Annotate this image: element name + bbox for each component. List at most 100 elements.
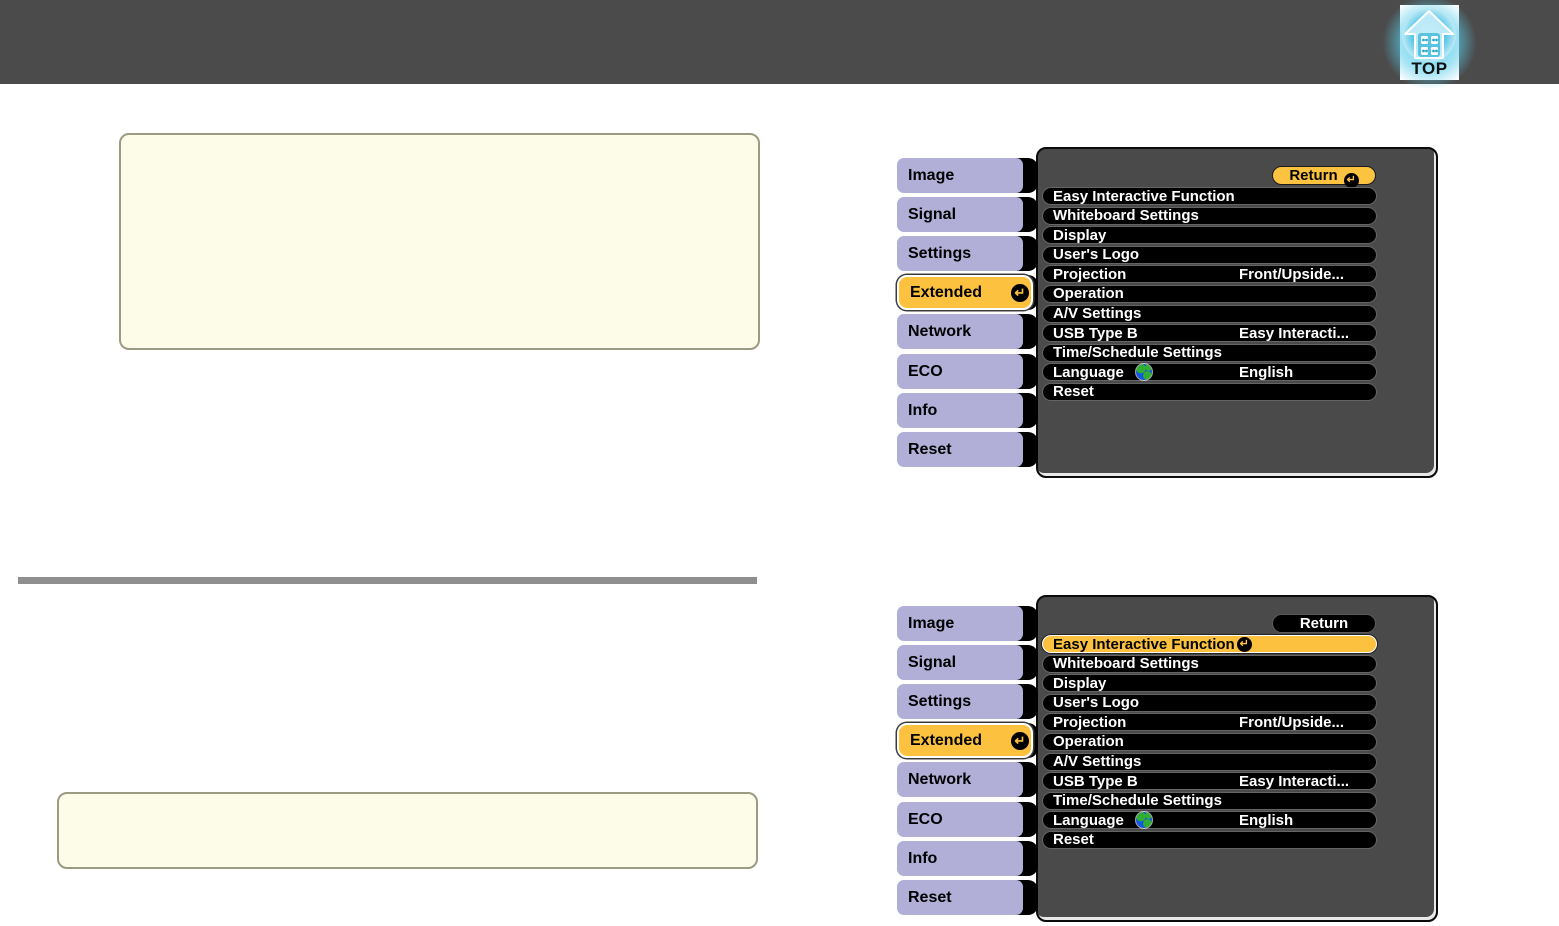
menu-row: Language English — [1042, 363, 1377, 382]
menu-label: User's Logo — [1053, 246, 1140, 264]
sidebar-tab-settings: Settings — [897, 236, 1038, 271]
menu-row: Time/Schedule Settings — [1042, 343, 1377, 362]
osd-screenshot-extended-menu-selected: Image Signal Settings Extended ↵ Network … — [897, 595, 1438, 922]
menu-row: Time/Schedule Settings — [1042, 791, 1377, 810]
menu-row: Easy Interactive Function — [1042, 187, 1377, 205]
sidebar-tab-network: Network — [897, 314, 1038, 349]
tab-label: Reset — [897, 880, 1023, 915]
return-button: Return — [1272, 614, 1376, 633]
menu-row: Operation — [1042, 284, 1377, 303]
menu-label: Whiteboard Settings — [1053, 207, 1199, 225]
section-divider — [18, 577, 757, 584]
menu-row: Projection Front/Upside... — [1042, 713, 1377, 732]
tab-label: ECO — [897, 354, 1023, 389]
tab-label: Signal — [897, 645, 1023, 680]
sidebar-tab-reset: Reset — [897, 880, 1038, 915]
menu-row-selected: Easy Interactive Function ↵ — [1042, 635, 1377, 653]
tab-label: Network — [897, 314, 1023, 349]
manual-page: TOP Image Signal Settings Extended ↵ Netw… — [0, 0, 1559, 926]
menu-label: Operation — [1053, 285, 1124, 303]
top-link[interactable]: TOP — [1382, 0, 1477, 90]
menu-label: User's Logo — [1053, 694, 1140, 712]
menu-row: USB Type B Easy Interacti... — [1042, 772, 1377, 791]
menu-label: Reset — [1053, 383, 1094, 401]
menu-label: Display — [1053, 674, 1107, 692]
tab-label: Image — [897, 158, 1023, 193]
menu-value: English — [1239, 812, 1294, 830]
menu-label: Easy Interactive Function — [1053, 635, 1235, 653]
return-label: Return — [1299, 615, 1349, 632]
menu-value: Front/Upside... — [1239, 714, 1344, 732]
menu-row: Operation — [1042, 732, 1377, 751]
menu-label: USB Type B — [1053, 772, 1138, 790]
osd-screenshot-extended-menu: Image Signal Settings Extended ↵ Network … — [897, 147, 1438, 478]
menu-label: Projection — [1053, 265, 1127, 283]
menu-row: Reset — [1042, 830, 1377, 849]
menu-row: Reset — [1042, 382, 1377, 401]
menu-label: A/V Settings — [1053, 305, 1142, 323]
tab-label: Settings — [897, 684, 1023, 719]
enter-icon: ↵ — [1236, 636, 1252, 652]
top-label: TOP — [1411, 59, 1448, 78]
tab-label: Reset — [897, 432, 1023, 467]
sidebar-tab-image: Image — [897, 606, 1038, 641]
enter-icon: ↵ — [1343, 173, 1359, 188]
menu-row: Display — [1042, 674, 1377, 693]
menu-label: Time/Schedule Settings — [1053, 344, 1222, 362]
return-label: Return — [1289, 167, 1338, 184]
menu-row: A/V Settings — [1042, 304, 1377, 323]
menu-label: USB Type B — [1053, 324, 1138, 342]
globe-icon — [1135, 812, 1152, 829]
menu-row: Language English — [1042, 811, 1377, 830]
tab-label: Signal — [897, 197, 1023, 232]
menu-value: Easy Interacti... — [1239, 325, 1350, 343]
tab-label: Image — [897, 606, 1023, 641]
note-box-2 — [57, 792, 758, 869]
menu-value: Easy Interacti... — [1239, 773, 1350, 791]
sidebar-tab-extended: Extended ↵ — [897, 723, 1038, 758]
menu-row: User's Logo — [1042, 693, 1377, 712]
tab-label: Info — [897, 841, 1023, 876]
menu-row: Projection Front/Upside... — [1042, 265, 1377, 284]
menu-row: Display — [1042, 226, 1377, 245]
sidebar-tab-image: Image — [897, 158, 1038, 193]
menu-row: Whiteboard Settings — [1042, 654, 1377, 673]
menu-label: Time/Schedule Settings — [1053, 792, 1222, 810]
tab-label: Info — [897, 393, 1023, 428]
menu-value: English — [1239, 364, 1294, 382]
tab-label: ECO — [897, 802, 1023, 837]
menu-label: A/V Settings — [1053, 753, 1142, 771]
menu-row: A/V Settings — [1042, 752, 1377, 771]
menu-label: Language — [1053, 363, 1124, 381]
tab-label: Network — [897, 762, 1023, 797]
menu-label: Reset — [1053, 831, 1094, 849]
sidebar-tab-extended: Extended ↵ — [897, 275, 1038, 310]
menu-label: Display — [1053, 226, 1107, 244]
sidebar-tab-info: Info — [897, 841, 1038, 876]
sidebar-tab-eco: ECO — [897, 354, 1038, 389]
menu-label: Easy Interactive Function — [1053, 187, 1235, 205]
sidebar-tab-reset: Reset — [897, 432, 1038, 467]
menu-label: Whiteboard Settings — [1053, 655, 1199, 673]
sidebar-tab-eco: ECO — [897, 802, 1038, 837]
sidebar-tab-settings: Settings — [897, 684, 1038, 719]
menu-row: USB Type B Easy Interacti... — [1042, 324, 1377, 343]
home-arrow-icon — [1402, 8, 1456, 62]
sidebar-tab-network: Network — [897, 762, 1038, 797]
header-bar: TOP — [0, 0, 1559, 90]
menu-label: Operation — [1053, 733, 1124, 751]
menu-list: Easy Interactive Function Whiteboard Set… — [1042, 187, 1377, 403]
sidebar-tab-signal: Signal — [897, 197, 1038, 232]
return-button: Return ↵ — [1272, 166, 1376, 188]
menu-row: User's Logo — [1042, 245, 1377, 264]
sidebar-tab-info: Info — [897, 393, 1038, 428]
menu-value: Front/Upside... — [1239, 266, 1344, 284]
tab-label: Settings — [897, 236, 1023, 271]
globe-icon — [1135, 364, 1152, 381]
enter-icon: ↵ — [1011, 283, 1029, 302]
menu-label: Projection — [1053, 713, 1127, 731]
menu-label: Language — [1053, 811, 1124, 829]
note-box-1 — [119, 133, 760, 350]
menu-list: Easy Interactive Function ↵ Whiteboard Se… — [1042, 635, 1377, 851]
enter-icon: ↵ — [1011, 731, 1029, 750]
